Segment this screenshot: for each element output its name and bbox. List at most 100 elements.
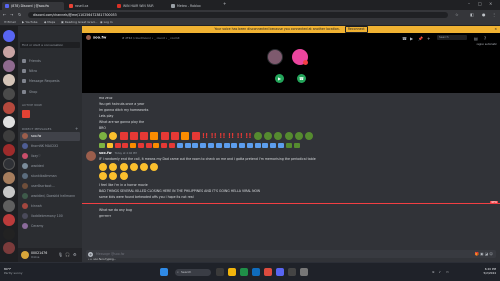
start-icon[interactable] [160,268,168,276]
battery-icon[interactable]: ▭ [446,270,449,274]
reload-icon[interactable]: ↻ [18,12,21,17]
headphones-icon[interactable]: 🎧 [65,252,70,257]
video-call-button[interactable]: ▶ [275,74,284,83]
bookmark-reading[interactable]: ▣ Reading Great Grad... [61,20,97,25]
taskbar-search[interactable]: ⌕ Search [175,269,211,276]
dm-item[interactable]: lizzy♡ [20,152,80,161]
upload-plus-icon[interactable]: + [88,251,93,257]
dm-item[interactable]: kinnah [20,202,80,211]
dm-item[interactable]: lloddlebmmony 100 [20,212,80,221]
close-window-icon[interactable]: × [489,1,492,6]
discord-home-icon[interactable] [3,30,15,42]
nav-message-requests[interactable]: Message Requests [22,78,60,84]
dm-item[interactable]: thornNK MAX2X2 [20,142,80,151]
settings-gear-icon[interactable]: ⚙ [73,252,77,257]
nav-shop[interactable]: Shop [22,89,37,95]
file-explorer-icon[interactable] [228,268,236,276]
find-conversation-input[interactable]: Find or start a conversation [20,42,80,48]
help-icon[interactable]: ? [484,36,486,41]
discord-app-icon[interactable] [276,268,284,276]
composer-tools: 🎁 ▣ ◪ ☺ [474,250,493,258]
create-dm-icon[interactable]: + [75,126,79,131]
new-tab-icon[interactable]: + [223,1,226,6]
call-panel: soo.fw # 2F4X (cloudmoon) • _ round • _ … [82,33,500,93]
browser-tab[interactable]: rosell.ca [66,2,112,10]
message-avatar[interactable] [86,151,96,161]
join-call-button[interactable]: ☎ [297,74,306,83]
message-input[interactable]: Message @soo.fw [96,250,124,258]
app-icon[interactable] [300,268,308,276]
message-composer[interactable]: + Message @soo.fw 🎁 ▣ ◪ ☺ [86,250,496,258]
extensions-icon[interactable]: ◧ [470,12,474,17]
url-input[interactable]: discord.com/channels/@me/110256472381730… [28,11,448,18]
task-view-icon[interactable] [216,268,224,276]
app-icon[interactable] [288,268,296,276]
search-input[interactable]: Search [437,35,467,40]
wifi-icon[interactable]: ≋ [432,270,435,274]
server-icon[interactable] [3,60,15,72]
profile-icon[interactable]: ● [482,12,486,17]
dm-item[interactable]: Ceramy [20,222,80,231]
bookmark-maps[interactable]: ◆ Maps [44,20,55,25]
store-icon[interactable] [240,268,248,276]
dm-item[interactable]: soo.fw [20,132,80,141]
phone-icon[interactable]: ☎ [402,36,407,41]
nav-nitro[interactable]: Nitro [22,68,37,74]
server-icon[interactable] [3,46,15,58]
bookmark-youtube[interactable]: ▶ YouTube [22,20,37,25]
volume-icon[interactable]: ♪ [439,270,441,274]
nav-label: Shop [29,90,38,94]
server-icon[interactable] [3,102,15,114]
microphone-icon[interactable]: 🎙 [58,252,63,257]
browser-tab[interactable]: WIN HAIR WIN FAIR [114,2,166,10]
server-icon[interactable] [3,172,15,184]
youtube-activity-icon[interactable] [22,110,30,118]
dm-item[interactable]: stunkiballmman [20,172,80,181]
server-icon[interactable] [3,228,15,240]
message-text: IF i randomly end the call, it means my … [99,157,316,161]
server-icon[interactable] [3,242,15,254]
inbox-icon[interactable]: ▤ [474,36,478,41]
emoji-picker-icon[interactable]: ☺ [489,252,493,256]
gift-icon[interactable]: 🎁 [474,252,478,256]
clock[interactable]: 6:20 PM 5/2/2024 [483,267,496,275]
server-icon[interactable] [3,88,15,100]
maximize-icon[interactable]: □ [478,1,482,6]
gif-icon[interactable]: ▣ [480,252,483,256]
server-icon[interactable] [3,158,15,170]
server-icon[interactable] [3,214,15,226]
dm-item[interactable]: wadded [20,162,80,171]
browser-tab[interactable]: (878) Discord | @soo.fw [2,2,64,10]
video-icon[interactable]: ▶ [410,36,413,41]
edge-icon[interactable] [252,268,260,276]
sticker-icon[interactable]: ◪ [485,252,488,256]
bookmark-star-icon[interactable]: ☆ [455,12,459,17]
reconnect-button[interactable]: Reconnect [344,26,368,33]
browser-tab[interactable]: Meteo - Roblox [168,2,220,10]
server-icon[interactable] [3,186,15,198]
dm-item[interactable]: waddled, Doeskld hellmann [20,192,80,201]
server-icon[interactable] [3,74,15,86]
minimize-icon[interactable]: – [468,1,470,6]
server-icon[interactable] [3,116,15,128]
close-notice-icon[interactable]: × [494,26,497,33]
dm-item[interactable]: user8scrkoot... [20,182,80,191]
bookmark-email[interactable]: ✉ Email [4,20,16,25]
nav-friends[interactable]: Friends [22,58,41,64]
pin-icon[interactable]: 📌 [418,36,423,41]
forward-icon[interactable]: → [10,12,13,17]
emoji [119,132,128,140]
chrome-icon[interactable] [264,268,272,276]
bookmark-login[interactable]: ◉ Log In [100,20,113,25]
weather-widget[interactable]: 80°F Partly sunny [4,267,23,275]
server-icon[interactable] [3,130,15,142]
browser-menu-icon[interactable]: ⋮ [492,12,496,17]
emoji [270,142,277,148]
add-friend-icon[interactable]: + [427,36,430,41]
back-icon[interactable]: ← [3,12,6,17]
status-dot [303,60,308,65]
user-avatar[interactable] [21,251,29,259]
author-name[interactable]: soo.fw [99,151,112,155]
server-icon[interactable] [3,200,15,212]
server-icon[interactable] [3,144,15,156]
